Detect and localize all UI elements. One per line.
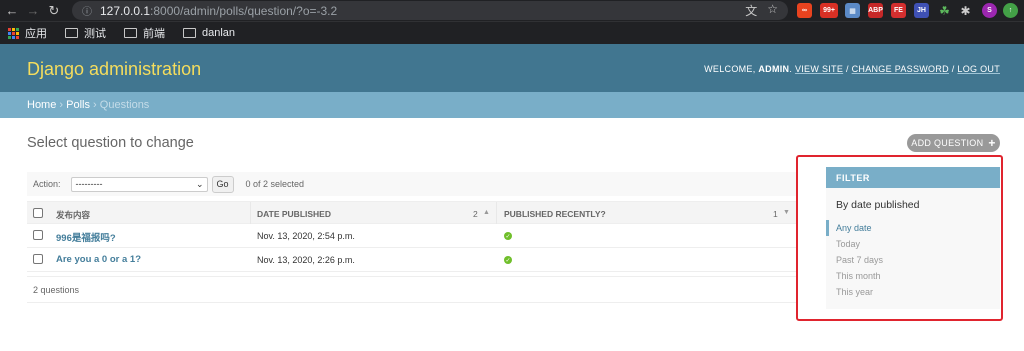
date-published: Nov. 13, 2020, 2:54 p.m. — [257, 231, 355, 241]
breadcrumb: Home › Polls › Questions — [0, 92, 1024, 118]
column-divider — [496, 202, 497, 224]
filter-option-past-7-days[interactable]: Past 7 days — [826, 252, 1000, 268]
back-icon[interactable]: ← — [3, 2, 21, 20]
date-published: Nov. 13, 2020, 2:26 p.m. — [257, 255, 355, 265]
table-header: 发布内容 DATE PUBLISHED 2 ▲ PUBLISHED RECENT… — [27, 201, 797, 224]
check-icon: ✓ — [504, 232, 512, 240]
question-link[interactable]: 996是福报吗? — [56, 230, 116, 244]
log-out-link[interactable]: LOG OUT — [957, 64, 1000, 74]
view-site-link[interactable]: VIEW SITE — [795, 64, 843, 74]
bookmark-label: 测试 — [84, 28, 106, 40]
paginator: 2 questions — [27, 276, 797, 303]
page-title: Select question to change — [27, 135, 194, 151]
results-table: 发布内容 DATE PUBLISHED 2 ▲ PUBLISHED RECENT… — [27, 201, 797, 272]
separator: / — [951, 64, 955, 74]
extension-badge[interactable]: 99+ — [820, 3, 838, 18]
check-icon: ✓ — [504, 256, 512, 264]
add-question-label: ADD QUESTION — [911, 138, 984, 148]
welcome-text: WELCOME, — [704, 64, 756, 74]
filter-options: Any date Today Past 7 days This month Th… — [826, 220, 1000, 300]
filter-option-any-date[interactable]: Any date — [826, 220, 1000, 236]
action-select[interactable]: --------- ⌄ — [70, 176, 208, 192]
folder-icon — [124, 28, 137, 38]
bookmark-star-icon[interactable]: ☆ — [767, 2, 778, 19]
question-link[interactable]: Are you a 0 or a 1? — [56, 254, 141, 265]
filter-panel: FILTER By date published Any date Today … — [826, 167, 1000, 309]
filter-option-this-month[interactable]: This month — [826, 268, 1000, 284]
update-icon[interactable]: ↑ — [1003, 3, 1018, 18]
extension-fe-icon[interactable]: FE — [891, 3, 906, 18]
separator: / — [845, 64, 849, 74]
site-branding[interactable]: Django administration — [27, 59, 201, 80]
translate-icon[interactable]: 文 — [745, 2, 757, 19]
user-tools: WELCOME, ADMIN. VIEW SITE / CHANGE PASSW… — [704, 64, 1000, 74]
filter-subtitle: By date published — [836, 199, 920, 211]
breadcrumb-separator: › — [93, 99, 97, 111]
column-header-recent[interactable]: PUBLISHED RECENTLY? — [504, 209, 606, 219]
extension-icon[interactable]: ▦ — [845, 3, 860, 18]
bookmark-apps[interactable]: 应用 — [8, 25, 47, 41]
folder-icon — [65, 28, 78, 38]
bookmark-folder[interactable]: 测试 — [65, 25, 106, 41]
extension-icon[interactable]: ∞ — [797, 3, 812, 18]
breadcrumb-current: Questions — [99, 99, 150, 111]
action-label: Action: — [33, 179, 61, 189]
table-row: Are you a 0 or a 1? Nov. 13, 2020, 2:26 … — [27, 248, 797, 272]
filter-option-this-year[interactable]: This year — [826, 284, 1000, 300]
actions-bar: Action: --------- ⌄ Go 0 of 2 selected — [27, 172, 797, 196]
reload-icon[interactable]: ↻ — [45, 2, 63, 20]
bookmark-label: 前端 — [143, 28, 165, 40]
admin-header: Django administration WELCOME, ADMIN. VI… — [0, 44, 1024, 92]
bookmark-label: 应用 — [25, 28, 47, 40]
column-header-date[interactable]: DATE PUBLISHED — [257, 209, 331, 219]
filter-option-today[interactable]: Today — [826, 236, 1000, 252]
breadcrumb-separator: › — [59, 99, 64, 111]
add-question-button[interactable]: ADD QUESTION + — [907, 134, 1000, 152]
chevron-down-icon: ⌄ — [195, 178, 204, 189]
sort-ascending-icon[interactable]: ▲ — [483, 209, 490, 216]
forward-icon[interactable]: → — [24, 2, 42, 20]
filter-title: FILTER — [826, 167, 1000, 188]
select-all-checkbox[interactable] — [33, 208, 43, 218]
sort-descending-icon[interactable]: ▼ — [783, 209, 790, 216]
table-row: 996是福报吗? Nov. 13, 2020, 2:54 p.m. ✓ — [27, 224, 797, 248]
bookmark-folder[interactable]: 前端 — [124, 25, 165, 41]
bookmark-folder[interactable]: danlan — [183, 27, 235, 39]
column-header-question[interactable]: 发布内容 — [56, 209, 90, 221]
bookmarks-bar: 应用 测试 前端 danlan — [0, 21, 1024, 44]
evernote-icon[interactable]: ☘ — [937, 3, 952, 18]
address-bar[interactable]: ⓘ 127.0.0.1 :8000/admin/polls/question/?… — [72, 1, 788, 20]
breadcrumb-polls[interactable]: Polls — [66, 99, 90, 111]
puzzle-icon[interactable]: ✱ — [958, 3, 973, 18]
url-host: 127.0.0.1 — [100, 3, 151, 18]
bookmark-label: danlan — [202, 27, 236, 39]
plus-icon: + — [988, 135, 996, 150]
breadcrumb-home[interactable]: Home — [27, 99, 56, 111]
url-path: :8000/admin/polls/question/?o=-3.2 — [150, 3, 338, 18]
adblock-icon[interactable]: ABP — [868, 3, 883, 18]
folder-icon — [183, 28, 196, 38]
sort-priority-date[interactable]: 2 — [473, 209, 478, 219]
row-checkbox[interactable] — [33, 230, 43, 240]
change-password-link[interactable]: CHANGE PASSWORD — [852, 64, 949, 74]
selection-counter: 0 of 2 selected — [245, 179, 305, 189]
extension-jh-icon[interactable]: JH — [914, 3, 929, 18]
username: ADMIN — [758, 64, 790, 74]
action-selected-value: --------- — [75, 179, 103, 189]
browser-toolbar: ← → ↻ ⓘ 127.0.0.1 :8000/admin/polls/ques… — [0, 0, 1024, 21]
profile-avatar[interactable]: S — [982, 3, 997, 18]
row-checkbox[interactable] — [33, 254, 43, 264]
go-button[interactable]: Go — [211, 175, 234, 193]
apps-grid-icon — [8, 27, 19, 39]
sort-priority-recent[interactable]: 1 — [773, 209, 778, 219]
info-icon[interactable]: ⓘ — [82, 3, 92, 18]
column-divider — [250, 202, 251, 224]
